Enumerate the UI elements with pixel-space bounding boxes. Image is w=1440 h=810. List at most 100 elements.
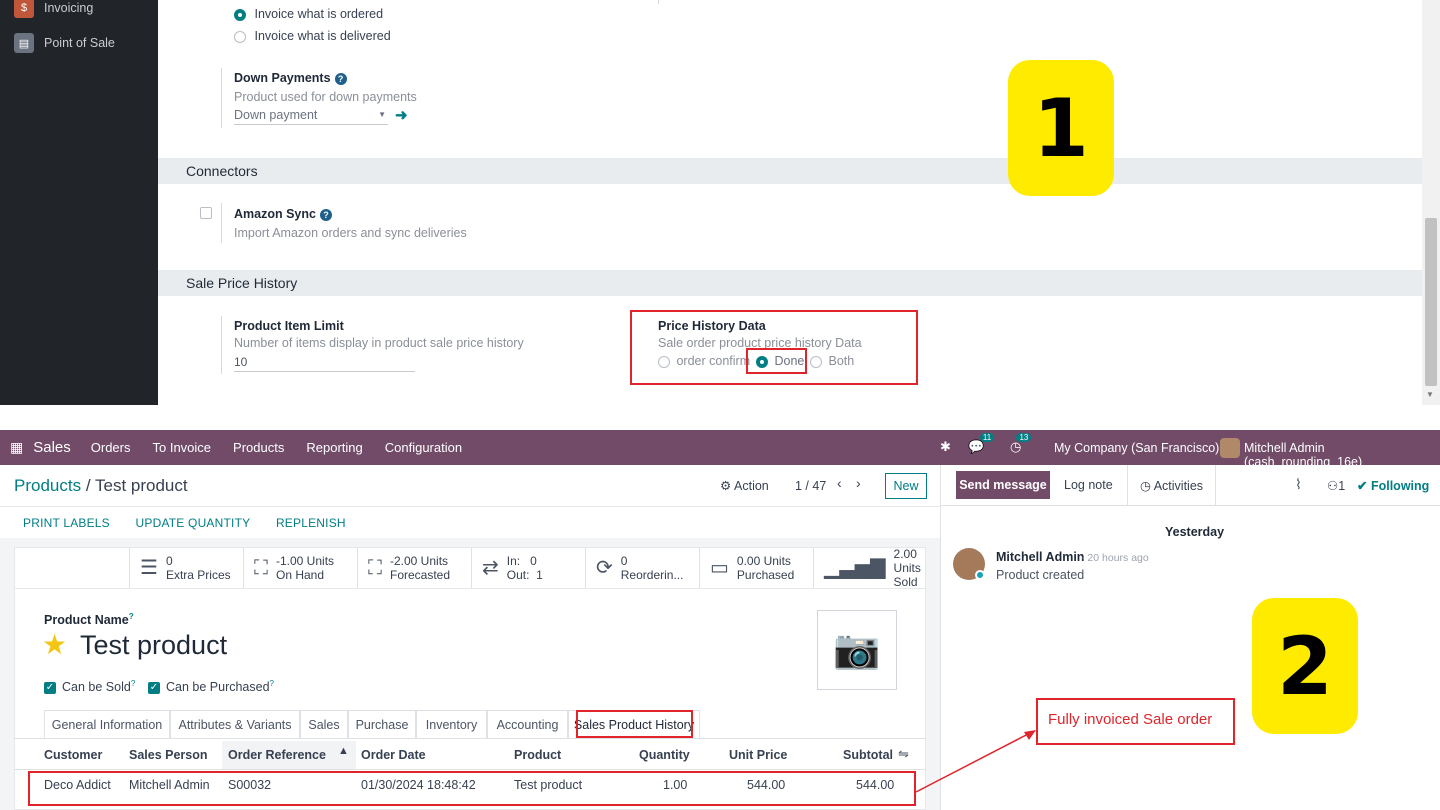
replenish-button[interactable]: REPLENISH xyxy=(276,516,346,530)
sale-price-history-section-header: Sale Price History xyxy=(158,270,1422,296)
menu-to-invoice[interactable]: To Invoice xyxy=(153,440,212,455)
stat-label: Reorderin... xyxy=(620,568,684,582)
attachment-paperclip-icon[interactable]: ⌇ xyxy=(1295,476,1302,493)
point-of-sale-icon: ▤ xyxy=(14,33,34,53)
stat-extra-prices[interactable]: ☰ 0 Extra Prices xyxy=(129,548,243,588)
amazon-sync-title: Amazon Sync? xyxy=(234,207,332,221)
breadcrumb-current: Test product xyxy=(94,476,188,495)
stat-label: Extra Prices xyxy=(165,568,231,582)
message-body: Product created xyxy=(996,568,1085,582)
help-icon[interactable]: ? xyxy=(334,72,347,85)
menu-orders[interactable]: Orders xyxy=(91,440,131,455)
column-product[interactable]: Product xyxy=(514,748,561,762)
column-subtotal[interactable]: Subtotal xyxy=(843,748,893,762)
pager-previous-icon[interactable]: ‹ xyxy=(837,475,842,491)
stat-sold[interactable]: ▁▃▅▇ 2.00 Units Sold xyxy=(813,547,926,589)
message-author[interactable]: Mitchell Admin xyxy=(996,550,1084,564)
radio-selected-icon[interactable] xyxy=(234,8,246,21)
breadcrumb-products[interactable]: Products xyxy=(14,476,81,495)
product-image-camera-icon[interactable]: 📷 xyxy=(817,610,897,690)
checkbox-checked-icon[interactable]: ✓ xyxy=(148,681,160,694)
send-message-button[interactable]: Send message xyxy=(956,471,1050,499)
company-switcher[interactable]: My Company (San Francisco) xyxy=(1054,441,1219,455)
tab-purchase[interactable]: Purchase xyxy=(348,710,416,738)
update-quantity-button[interactable]: UPDATE QUANTITY xyxy=(136,516,251,530)
tab-general-information[interactable]: General Information xyxy=(44,710,170,738)
scrollbar[interactable]: ▼ xyxy=(1422,0,1440,405)
column-quantity[interactable]: Quantity xyxy=(639,748,690,762)
checkbox-checked-icon[interactable]: ✓ xyxy=(44,681,56,694)
down-payment-select[interactable]: Down payment ▼ xyxy=(234,108,388,125)
invoice-delivered-option[interactable]: Invoice what is delivered xyxy=(234,29,391,43)
help-icon[interactable]: ? xyxy=(319,208,332,221)
scroll-down-arrow-icon[interactable]: ▼ xyxy=(1426,390,1434,399)
product-item-limit-input[interactable]: 10 xyxy=(234,355,415,372)
internal-link-arrow-icon[interactable]: ➜ xyxy=(395,106,408,124)
messages-count-badge: 11 xyxy=(979,433,995,442)
tab-sales[interactable]: Sales xyxy=(300,710,348,738)
favorite-star-icon[interactable]: ★ xyxy=(42,628,67,661)
app-name[interactable]: Sales xyxy=(33,439,71,456)
can-be-purchased-checkbox[interactable]: ✓ Can be Purchased? xyxy=(148,679,274,694)
down-payments-title: Down Payments? xyxy=(234,71,347,85)
sort-up-icon[interactable]: ▲ xyxy=(338,745,349,757)
column-order-reference[interactable]: Order Reference xyxy=(228,748,326,762)
divider xyxy=(14,588,926,589)
stat-forecasted[interactable]: ⛶ -2.00 Units Forecasted xyxy=(357,548,471,588)
divider xyxy=(1127,465,1128,505)
product-item-limit-desc: Number of items display in product sale … xyxy=(234,336,524,350)
product-name-field[interactable]: Test product xyxy=(80,630,227,661)
breadcrumb: Products / Test product xyxy=(14,476,188,496)
gear-icon: ⚙ xyxy=(720,479,732,493)
stat-on-hand[interactable]: ⛶ -1.00 Units On Hand xyxy=(243,548,357,588)
action-menu-button[interactable]: ⚙ Action xyxy=(720,478,769,493)
divider xyxy=(941,505,1440,506)
optional-columns-sliders-icon[interactable]: ⇋ xyxy=(898,746,909,762)
user-avatar[interactable] xyxy=(1220,438,1240,458)
user-menu[interactable]: Mitchell Admin (cash_rounding_16e) xyxy=(1244,441,1440,469)
scrollbar-thumb[interactable] xyxy=(1425,218,1437,386)
followers-button[interactable]: ⚇1 xyxy=(1327,478,1345,493)
menu-configuration[interactable]: Configuration xyxy=(385,440,462,455)
help-tooltip-icon[interactable]: ? xyxy=(131,679,135,688)
sidebar-item-label: Invoicing xyxy=(44,1,94,15)
sidebar-item-invoicing[interactable]: $ Invoicing xyxy=(14,0,93,20)
debug-bug-icon[interactable]: ✱ xyxy=(940,439,951,455)
help-tooltip-icon[interactable]: ? xyxy=(270,679,274,688)
messages-icon[interactable]: 💬 11 xyxy=(968,433,995,455)
stat-label: On Hand xyxy=(276,568,325,582)
apps-sidebar: $ Invoicing ▤ Point of Sale xyxy=(0,0,158,405)
column-sales-person[interactable]: Sales Person xyxy=(129,748,208,762)
form-action-buttons: PRINT LABELS UPDATE QUANTITY REPLENISH xyxy=(23,515,368,530)
pager-value[interactable]: 1 / 47 xyxy=(795,479,826,493)
stat-reordering[interactable]: ⟳ 0 Reorderin... xyxy=(585,548,699,588)
stat-purchased[interactable]: ▭ 0.00 Units Purchased xyxy=(699,548,813,588)
invoice-ordered-option[interactable]: Invoice what is ordered xyxy=(234,7,383,21)
amazon-sync-checkbox[interactable] xyxy=(200,207,212,219)
sidebar-item-point-of-sale[interactable]: ▤ Point of Sale xyxy=(14,31,115,55)
radio-icon[interactable] xyxy=(234,30,246,43)
log-note-button[interactable]: Log note xyxy=(1064,478,1113,492)
following-button[interactable]: ✔ Following xyxy=(1357,478,1429,493)
column-customer[interactable]: Customer xyxy=(44,748,102,762)
pager-next-icon[interactable]: › xyxy=(856,475,861,491)
stat-label: Out: 1 xyxy=(506,568,543,582)
can-be-sold-checkbox[interactable]: ✓ Can be Sold? xyxy=(44,679,135,694)
user-icon: ⚇ xyxy=(1327,479,1339,493)
tab-attributes-variants[interactable]: Attributes & Variants xyxy=(170,710,300,738)
stat-in-out[interactable]: ⇄ In: 0 Out: 1 xyxy=(471,548,585,588)
print-labels-button[interactable]: PRINT LABELS xyxy=(23,516,110,530)
activities-clock-icon[interactable]: ◷ 13 xyxy=(1010,433,1032,455)
invoicing-icon: $ xyxy=(14,0,34,18)
column-unit-price[interactable]: Unit Price xyxy=(729,748,787,762)
app-menu-grid-icon[interactable]: ▦ xyxy=(10,439,23,456)
activities-button[interactable]: ◷ Activities xyxy=(1140,478,1203,493)
column-order-date[interactable]: Order Date xyxy=(361,748,426,762)
menu-products[interactable]: Products xyxy=(233,440,284,455)
help-tooltip-icon[interactable]: ? xyxy=(129,612,134,621)
new-record-button[interactable]: New xyxy=(885,473,927,499)
message-time: - 20 hours ago xyxy=(1081,552,1149,564)
tab-inventory[interactable]: Inventory xyxy=(416,710,487,738)
menu-reporting[interactable]: Reporting xyxy=(306,440,362,455)
tab-accounting[interactable]: Accounting xyxy=(487,710,568,738)
